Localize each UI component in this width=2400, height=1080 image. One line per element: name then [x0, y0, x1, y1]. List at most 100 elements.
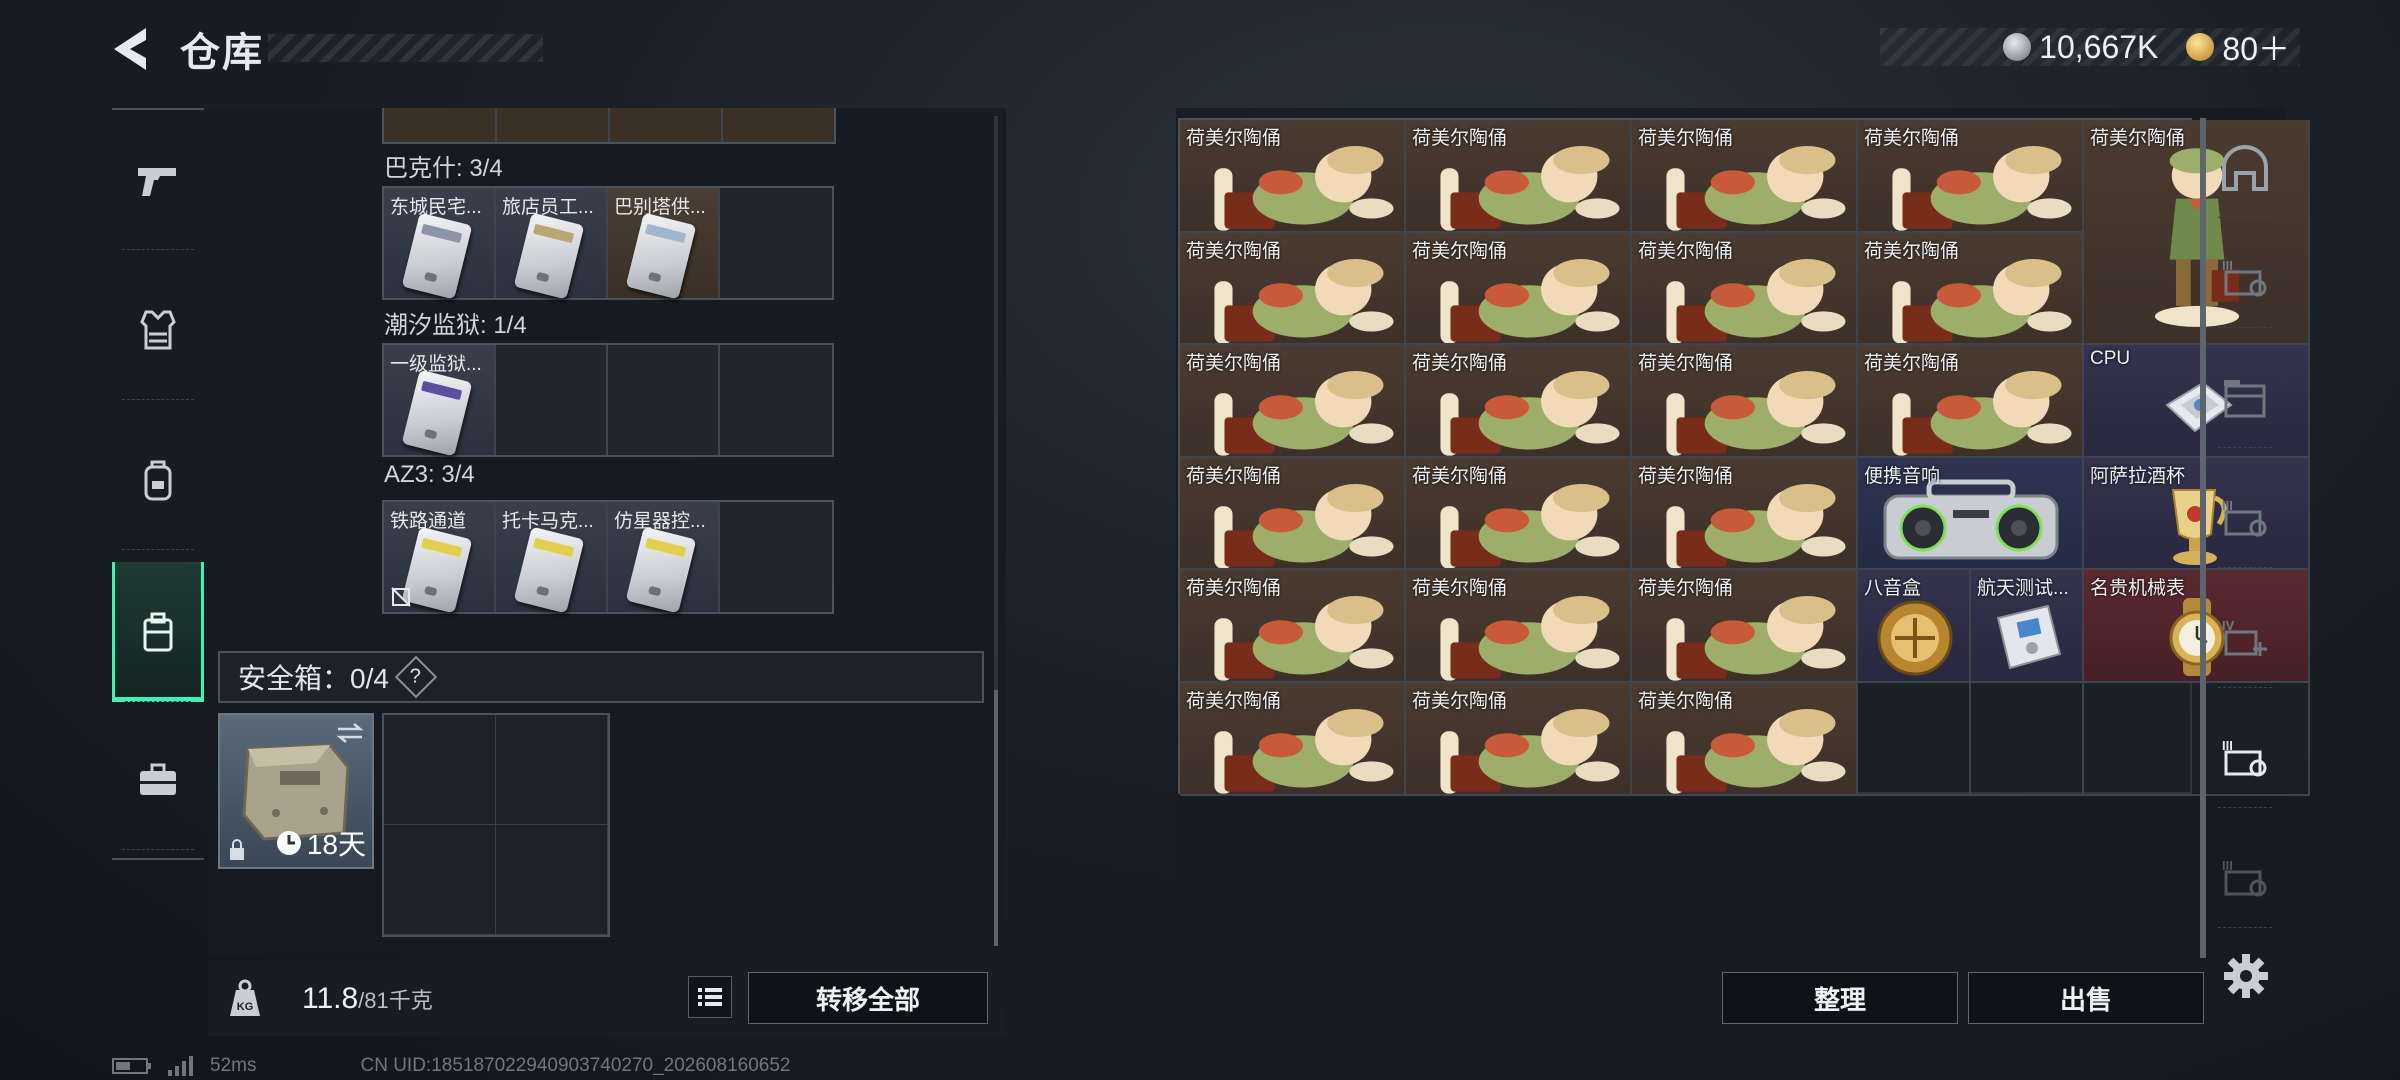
- stash-item[interactable]: 荷美尔陶俑: [1406, 570, 1632, 683]
- stash-item-name: 荷美尔陶俑: [1638, 465, 1734, 487]
- sell-button[interactable]: 出售: [1968, 972, 2204, 1024]
- stash-item-name: 名贵机械表: [2090, 578, 2186, 600]
- stash-item[interactable]: 荷美尔陶俑: [1632, 457, 1858, 571]
- safe-box-item[interactable]: 18天: [218, 713, 374, 869]
- ping-readout: 52ms: [210, 1055, 257, 1076]
- figurine-icon: [1214, 258, 1394, 344]
- stash-item[interactable]: 荷美尔陶俑: [1632, 683, 1858, 796]
- stash-item-name: 荷美尔陶俑: [1412, 128, 1508, 149]
- stash-item-name: 阿萨拉酒杯: [2090, 465, 2186, 487]
- key-slot[interactable]: 仿星器控...: [608, 502, 720, 614]
- stash-item[interactable]: 荷美尔陶俑: [1406, 345, 1632, 458]
- rail-item-weapons[interactable]: [112, 110, 204, 250]
- stash-item[interactable]: 荷美尔陶俑: [1858, 345, 2084, 458]
- stash-tab-3[interactable]: III: [2210, 468, 2280, 568]
- stash-item[interactable]: 便携音响: [1858, 457, 2084, 571]
- gear-icon: [2224, 954, 2268, 998]
- stash-item[interactable]: 荷美尔陶俑: [1180, 120, 1406, 233]
- stash-item[interactable]: 荷美尔陶俑: [1406, 457, 1632, 571]
- boombox-icon: [1883, 479, 2059, 560]
- empty-key-slot[interactable]: [720, 188, 832, 298]
- silver-coin-icon: [2003, 33, 2032, 61]
- stash-item-name: 荷美尔陶俑: [1186, 691, 1282, 712]
- stash-item[interactable]: 荷美尔陶俑: [1406, 232, 1632, 346]
- stash-item-name: 荷美尔陶俑: [1412, 240, 1508, 262]
- key-slot[interactable]: 巴别塔供...: [608, 188, 720, 300]
- keycard-icon: [401, 212, 473, 300]
- empty-key-slot[interactable]: [608, 345, 720, 455]
- stash-item[interactable]: 荷美尔陶俑: [1632, 232, 1858, 346]
- safe-slot[interactable]: [384, 825, 496, 935]
- current-weight: 11.8: [302, 982, 359, 1015]
- safe-slot[interactable]: [496, 715, 608, 825]
- keycard-icon: [513, 526, 585, 614]
- empty-stash-cell[interactable]: [1858, 683, 1971, 796]
- silver-balance: 10,667K: [2039, 28, 2159, 65]
- stash-item-name: 荷美尔陶俑: [1638, 578, 1734, 600]
- rail-item-briefcase[interactable]: [112, 710, 204, 850]
- stash-item-name: 荷美尔陶俑: [1638, 128, 1734, 149]
- stash-item[interactable]: 航天测试...: [1971, 570, 2084, 683]
- keycard-icon: [625, 212, 697, 300]
- figurine-icon: [1214, 483, 1394, 569]
- stash-item[interactable]: 八音盒: [1858, 570, 1971, 683]
- key-slot[interactable]: 托卡马克...: [496, 502, 608, 614]
- stash-tab-rail: III III IV III III: [2210, 118, 2280, 958]
- tier-4-container-icon: IV: [2222, 618, 2267, 656]
- page-title: 仓库: [180, 31, 264, 75]
- key-slot[interactable]: 一级监狱...: [384, 345, 496, 457]
- list-view-button[interactable]: [688, 976, 732, 1018]
- case-icon: [143, 612, 173, 652]
- stash-scrollbar-thumb[interactable]: [2200, 118, 2206, 958]
- stash-item[interactable]: 荷美尔陶俑: [1180, 570, 1406, 683]
- empty-key-slot[interactable]: [496, 345, 608, 455]
- loadout-scrollbar-thumb[interactable]: [994, 690, 998, 946]
- stash-item[interactable]: 荷美尔陶俑: [1180, 457, 1406, 571]
- stash-tab-6[interactable]: III: [2210, 828, 2280, 928]
- rail-item-armor[interactable]: [112, 260, 204, 400]
- weight-icon: KG: [226, 978, 264, 1018]
- figurine-icon: [1440, 146, 1620, 231]
- key-slot-row: 一级监狱...: [382, 343, 834, 457]
- stash-item[interactable]: 荷美尔陶俑: [1180, 345, 1406, 458]
- clock-icon: [276, 831, 301, 855]
- stash-tab-5-active[interactable]: III: [2210, 708, 2280, 808]
- key-section-label: 潮汐监狱: 1/4: [384, 312, 527, 339]
- stash-tab-2[interactable]: [2210, 348, 2280, 448]
- stash-item[interactable]: 荷美尔陶俑: [1406, 120, 1632, 233]
- rail-item-backpack[interactable]: [112, 410, 204, 550]
- stash-item[interactable]: 荷美尔陶俑: [1632, 345, 1858, 458]
- music-box-icon: [1877, 600, 1952, 676]
- stash-item[interactable]: 荷美尔陶俑: [1858, 120, 2084, 233]
- keycard-icon: [625, 526, 697, 614]
- stash-item[interactable]: 荷美尔陶俑: [1632, 570, 1858, 683]
- transfer-all-button[interactable]: 转移全部: [748, 972, 988, 1024]
- stash-tab-4[interactable]: IV: [2210, 588, 2280, 688]
- key-name: 巴别塔供...: [614, 197, 706, 218]
- safe-slot[interactable]: [496, 825, 608, 935]
- safe-slot[interactable]: [384, 715, 496, 825]
- stash-item[interactable]: 荷美尔陶俑: [1180, 232, 1406, 346]
- empty-key-slot[interactable]: [720, 502, 832, 612]
- stash-item[interactable]: 荷美尔陶俑: [1406, 683, 1632, 796]
- stash-item[interactable]: 荷美尔陶俑: [1632, 120, 1858, 233]
- empty-key-slot[interactable]: [720, 345, 832, 455]
- keycard-icon: [401, 526, 473, 614]
- tidy-button[interactable]: 整理: [1722, 972, 1958, 1024]
- no-drop-icon: [391, 587, 411, 607]
- help-button[interactable]: ?: [394, 655, 438, 699]
- stash-tab-1[interactable]: III: [2210, 228, 2280, 328]
- stash-item[interactable]: 荷美尔陶俑: [1858, 232, 2084, 346]
- back-button[interactable]: [108, 24, 156, 74]
- tier-3-container-icon: III: [2222, 858, 2267, 897]
- empty-stash-cell[interactable]: [1971, 683, 2084, 796]
- key-slot[interactable]: 东城民宅...: [384, 188, 496, 300]
- key-slot[interactable]: 旅店员工...: [496, 188, 608, 300]
- stash-tab-shelter[interactable]: [2210, 118, 2280, 218]
- rail-item-case[interactable]: [112, 562, 204, 702]
- keycard-icon: [513, 212, 585, 300]
- key-slot[interactable]: 铁路通道: [384, 502, 496, 614]
- stash-item[interactable]: 荷美尔陶俑: [1180, 683, 1406, 796]
- key-section-label: 巴克什: 3/4: [384, 155, 503, 182]
- settings-button[interactable]: [2222, 952, 2270, 1000]
